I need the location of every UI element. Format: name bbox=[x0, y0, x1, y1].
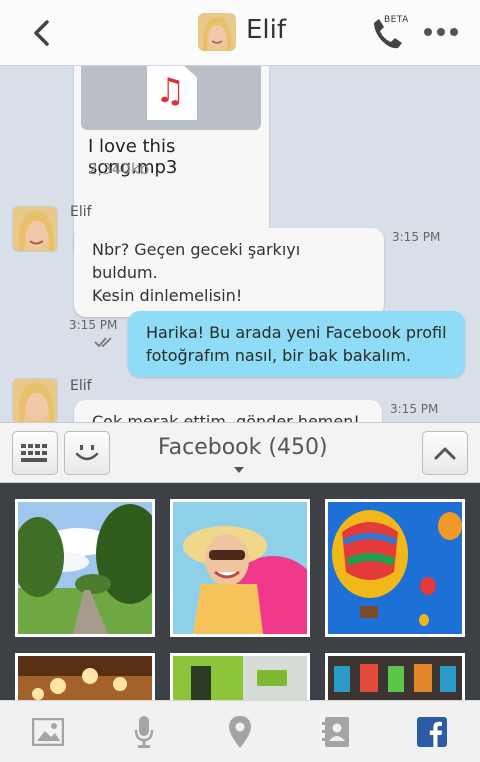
message-time: 3:15 PM bbox=[69, 318, 118, 332]
contacts-icon bbox=[322, 717, 349, 747]
back-button[interactable] bbox=[26, 16, 56, 50]
photo-thumbnail[interactable] bbox=[170, 499, 310, 637]
dot-icon bbox=[437, 28, 445, 36]
voice-message-button[interactable] bbox=[127, 715, 161, 749]
avatar[interactable] bbox=[12, 378, 58, 422]
contact-name[interactable]: Elif bbox=[246, 15, 286, 45]
file-preview[interactable]: ♫ bbox=[81, 66, 261, 130]
avatar[interactable] bbox=[12, 206, 58, 252]
beta-badge: BETA bbox=[384, 15, 409, 25]
smiley-icon bbox=[75, 445, 99, 461]
message-text-line: Çok merak ettim, gönder hemen! bbox=[92, 412, 360, 422]
sender-name: Elif bbox=[70, 204, 92, 220]
microphone-icon bbox=[134, 716, 154, 748]
message-text-line: Nbr? Geçen geceki şarkıyı buldum. bbox=[92, 240, 301, 282]
media-picker-toolbar: Facebook (450) bbox=[0, 422, 480, 483]
message-bubble-outgoing[interactable]: Harika! Bu arada yeni Facebook profil fo… bbox=[128, 311, 465, 377]
music-note-icon: ♫ bbox=[155, 71, 186, 111]
sender-name: Elif bbox=[70, 378, 92, 394]
chevron-up-icon bbox=[434, 447, 456, 460]
dot-icon bbox=[424, 28, 432, 36]
location-pin-icon bbox=[229, 716, 251, 748]
dropdown-caret-icon[interactable] bbox=[234, 467, 244, 473]
emoji-button[interactable] bbox=[64, 431, 110, 475]
read-receipt-icon bbox=[94, 337, 112, 348]
photo-grid[interactable] bbox=[0, 483, 480, 700]
photo-thumbnail[interactable] bbox=[15, 653, 155, 700]
facebook-button[interactable] bbox=[415, 715, 449, 749]
message-bubble-incoming[interactable]: Çok merak ettim, gönder hemen! bbox=[74, 400, 382, 422]
facebook-icon bbox=[417, 717, 447, 747]
share-location-button[interactable] bbox=[223, 715, 257, 749]
chat-header: Elif BETA bbox=[0, 0, 480, 66]
message-text-line: fotoğrafım nasıl, bir bak bakalım. bbox=[146, 346, 412, 365]
message-time: 3:15 PM bbox=[390, 402, 439, 416]
album-selector[interactable]: Facebook (450) bbox=[158, 435, 328, 460]
message-time: 3:15 PM bbox=[392, 230, 441, 244]
photo-thumbnail[interactable] bbox=[325, 499, 465, 637]
chat-area[interactable]: ♫ I love this song.mp3 2,340kb Elif Nbr?… bbox=[0, 66, 480, 422]
collapse-button[interactable] bbox=[422, 431, 468, 475]
more-options-button[interactable] bbox=[424, 22, 458, 42]
message-bubble-incoming[interactable]: Nbr? Geçen geceki şarkıyı buldum. Kesin … bbox=[74, 228, 384, 317]
photo-thumbnail[interactable] bbox=[15, 499, 155, 637]
audio-file-icon: ♫ bbox=[147, 66, 197, 120]
gallery-button[interactable] bbox=[31, 715, 65, 749]
gallery-icon bbox=[32, 718, 64, 746]
share-contact-button[interactable] bbox=[319, 715, 353, 749]
photo-thumbnail[interactable] bbox=[325, 653, 465, 700]
photo-thumbnail[interactable] bbox=[170, 653, 310, 700]
dot-icon bbox=[450, 28, 458, 36]
message-text-line: Harika! Bu arada yeni Facebook profil bbox=[146, 323, 447, 342]
chevron-left-icon bbox=[34, 20, 49, 46]
file-size: 2,340kb bbox=[88, 160, 150, 178]
keyboard-button[interactable] bbox=[12, 431, 58, 475]
message-text-line: Kesin dinlemelisin! bbox=[92, 286, 243, 305]
keyboard-icon bbox=[21, 444, 47, 462]
contact-avatar[interactable] bbox=[198, 13, 236, 51]
attachment-bar bbox=[0, 700, 480, 762]
